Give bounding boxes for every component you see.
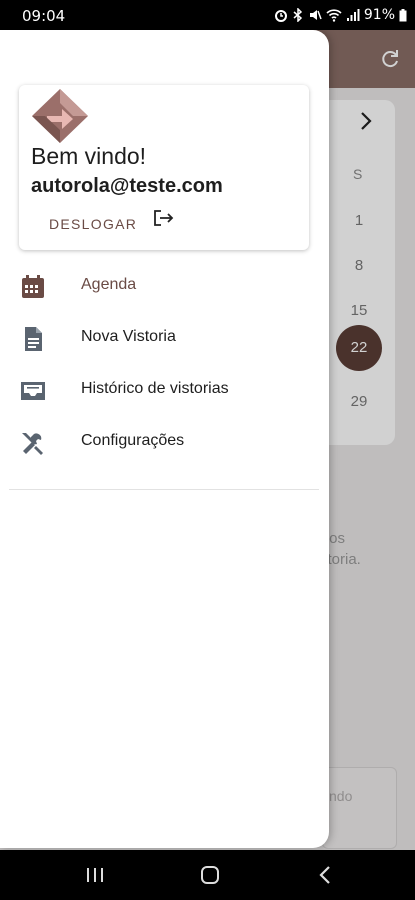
- menu-item-label: Histórico de vistorias: [81, 380, 229, 397]
- document-icon: [25, 327, 42, 351]
- divider: [9, 489, 319, 490]
- status-time: 09:04: [22, 7, 66, 25]
- menu-item-label: Configurações: [81, 432, 185, 449]
- recent-apps-icon[interactable]: [80, 862, 110, 888]
- mute-icon: [309, 10, 322, 20]
- menu-item-historico[interactable]: Histórico de vistorias: [0, 368, 329, 412]
- calendar-icon: [22, 275, 44, 298]
- status-bar: 09:04 91%: [0, 0, 415, 30]
- inbox-icon: [21, 382, 45, 400]
- signal-icon: [346, 9, 360, 21]
- menu-item-label: Nova Vistoria: [81, 328, 176, 345]
- system-navigation-bar: [0, 850, 415, 900]
- welcome-text: Bem vindo!: [31, 143, 147, 169]
- battery-icon: [399, 8, 407, 21]
- menu-item-label: Agenda: [81, 276, 137, 293]
- battery-percent: 91%: [363, 7, 395, 23]
- logout-button[interactable]: DESLOGAR: [49, 216, 137, 232]
- bluetooth-icon: [293, 8, 302, 22]
- back-icon[interactable]: [311, 862, 341, 888]
- user-email: autorola@teste.com: [31, 175, 223, 197]
- status-icons: 91%: [274, 7, 407, 23]
- alarm-icon: [274, 10, 287, 22]
- wifi-icon: [326, 9, 342, 22]
- app-logo: [32, 89, 88, 143]
- menu-item-configuracoes[interactable]: Configurações: [0, 420, 329, 464]
- home-icon[interactable]: [195, 862, 225, 888]
- tools-icon: [22, 433, 43, 455]
- menu-item-agenda[interactable]: Agenda: [0, 264, 329, 308]
- logout-icon[interactable]: [151, 207, 175, 229]
- menu-item-nova-vistoria[interactable]: Nova Vistoria: [0, 316, 329, 360]
- profile-card: Bem vindo! autorola@teste.com DESLOGAR: [19, 85, 309, 250]
- navigation-drawer: Bem vindo! autorola@teste.com DESLOGAR A…: [0, 30, 329, 848]
